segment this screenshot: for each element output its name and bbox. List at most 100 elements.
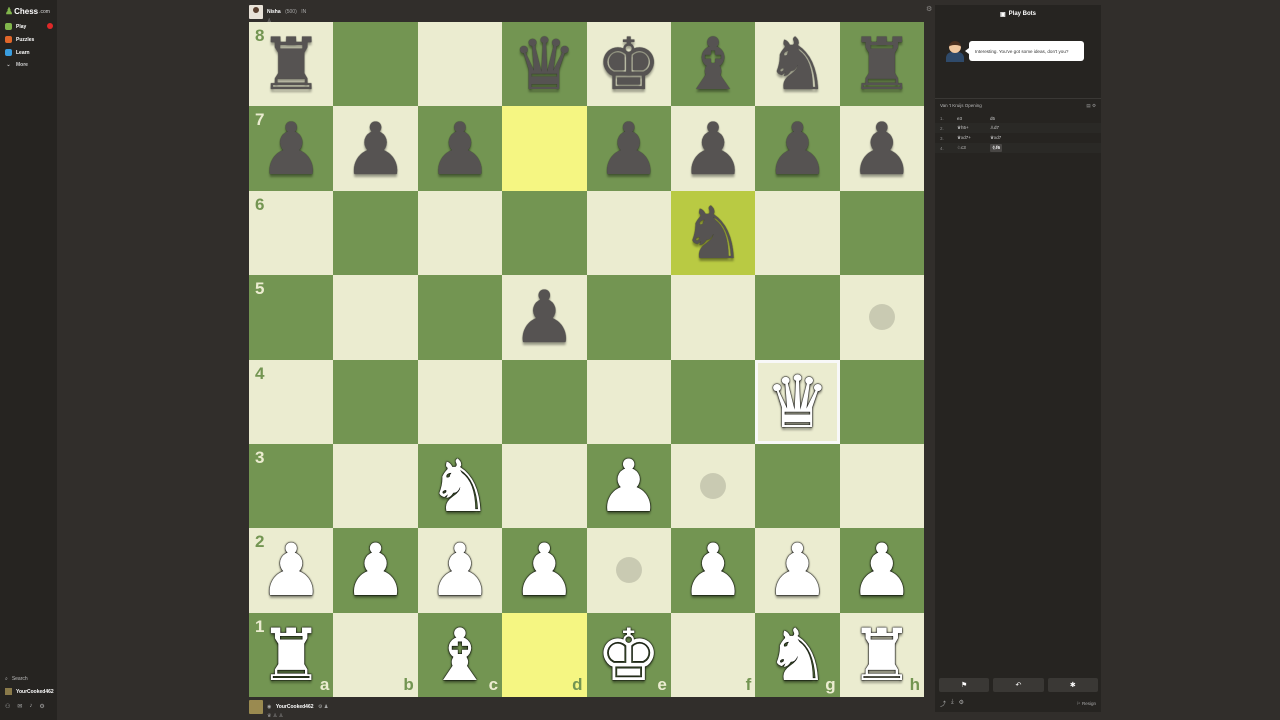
square-a3[interactable]: 3 (249, 443, 334, 529)
resign-button[interactable]: ⚐ Resign (1077, 701, 1096, 707)
square-c6[interactable] (417, 190, 503, 276)
square-a1[interactable]: 1 a ♜ (249, 612, 334, 697)
black-rook-icon[interactable]: ♜ (249, 22, 333, 106)
square-c5[interactable] (417, 275, 503, 360)
square-g8[interactable]: ♞ (755, 22, 840, 107)
white-move[interactable]: ♘c3 (957, 145, 990, 151)
square-e4[interactable] (586, 359, 671, 444)
gear-icon[interactable]: ⚙ (959, 699, 964, 708)
nav-search[interactable]: ⌕ Search (5, 676, 28, 682)
black-pawn-icon[interactable]: ♟ (587, 106, 671, 190)
opening-name[interactable]: Van 't Kruijs Opening (940, 103, 982, 109)
player-name[interactable]: YourCooked462 (276, 704, 314, 710)
white-pawn-icon[interactable]: ♟ (502, 528, 586, 612)
square-g4[interactable]: ♛ (755, 359, 840, 444)
white-knight-icon[interactable]: ♞ (755, 613, 839, 697)
white-pawn-icon[interactable]: ♟ (755, 528, 839, 612)
black-pawn-icon[interactable]: ♟ (502, 275, 586, 359)
white-rook-icon[interactable]: ♜ (249, 613, 333, 697)
square-d2[interactable]: ♟ (502, 528, 587, 613)
black-queen-icon[interactable]: ♛ (502, 22, 586, 106)
black-move[interactable]: ♛xd7 (990, 135, 1023, 141)
nav-item-learn[interactable]: Learn (5, 49, 30, 56)
square-g1[interactable]: g ♞ (755, 612, 840, 697)
square-e8[interactable]: ♚ (586, 22, 671, 107)
square-a8[interactable]: 8 ♜ (249, 22, 334, 107)
move-hint-dot[interactable] (700, 473, 727, 500)
square-c8[interactable] (417, 22, 503, 107)
square-b4[interactable] (333, 359, 418, 444)
share-icon[interactable]: ⤴ (940, 699, 946, 708)
square-b5[interactable] (333, 275, 418, 360)
white-pawn-icon[interactable]: ♟ (418, 528, 502, 612)
square-b1[interactable]: b (333, 612, 418, 697)
player-avatar[interactable] (249, 700, 263, 714)
square-a4[interactable]: 4 (249, 359, 334, 444)
square-b2[interactable]: ♟ (333, 528, 418, 613)
square-g7[interactable]: ♟ (755, 106, 840, 191)
square-a7[interactable]: 7 ♟ (249, 106, 334, 191)
white-move[interactable]: ♛xd7+ (957, 135, 990, 141)
white-rook-icon[interactable]: ♜ (840, 613, 924, 697)
black-pawn-icon[interactable]: ♟ (418, 106, 502, 190)
square-d6[interactable] (502, 190, 587, 276)
book-icon[interactable]: ▤ (1086, 103, 1090, 108)
square-f1[interactable]: f (670, 612, 756, 697)
white-pawn-icon[interactable]: ♟ (333, 528, 417, 612)
square-d1[interactable]: d (502, 612, 587, 697)
black-move[interactable]: d5 (990, 116, 1023, 121)
square-h4[interactable] (839, 359, 924, 444)
square-d5[interactable]: ♟ (502, 275, 587, 360)
move-hint-dot[interactable] (615, 557, 642, 584)
nav-item-puzzles[interactable]: Puzzles (5, 36, 34, 43)
square-d8[interactable]: ♛ (502, 22, 587, 107)
square-f2[interactable]: ♟ (670, 528, 756, 613)
square-e6[interactable] (586, 190, 671, 276)
square-g3[interactable] (755, 443, 840, 529)
square-b8[interactable] (333, 22, 418, 107)
nav-item-play[interactable]: Play (5, 23, 53, 30)
white-pawn-icon[interactable]: ♟ (249, 528, 333, 612)
chess-board[interactable]: 8 ♜ ♛ ♚ ♝ ♞ ♜ 7 ♟ ♟ ♟ ♟ ♟ ♟ ♟ 6 ♞ 5 ♟ 4 ♛ 3 ♞ ♟ 2 ♟ ♟ ♟ ♟ ♟ ♟ ♟ 1 a ♜ b c ♝ d e… (249, 22, 924, 697)
black-pawn-icon[interactable]: ♟ (333, 106, 417, 190)
square-b6[interactable] (333, 190, 418, 276)
hint-button[interactable]: ✱ (1047, 678, 1098, 692)
square-a5[interactable]: 5 (249, 275, 334, 360)
square-e7[interactable]: ♟ (586, 106, 671, 191)
chess-logo[interactable]: ♟ Chess .com (5, 6, 50, 17)
white-move[interactable]: e3 (957, 116, 990, 121)
square-g6[interactable] (755, 190, 840, 276)
square-e3[interactable]: ♟ (586, 443, 671, 529)
black-pawn-icon[interactable]: ♟ (249, 106, 333, 190)
square-h6[interactable] (839, 190, 924, 276)
messages-icon[interactable]: ✉ (17, 703, 22, 710)
bell-icon[interactable]: ♪ (29, 703, 32, 710)
square-d4[interactable] (502, 359, 587, 444)
friends-icon[interactable]: ⚇ (5, 703, 10, 710)
square-h7[interactable]: ♟ (839, 106, 924, 191)
black-bishop-icon[interactable]: ♝ (671, 22, 755, 106)
white-move[interactable]: ♛h5+ (957, 125, 990, 131)
square-c1[interactable]: c ♝ (417, 612, 503, 697)
opponent-avatar[interactable] (249, 5, 263, 19)
square-h5[interactable] (839, 275, 924, 360)
black-move[interactable]: ♙d7 (990, 125, 1023, 131)
square-c3[interactable]: ♞ (417, 443, 503, 529)
flag-button[interactable]: ⚑ (939, 678, 990, 692)
white-bishop-icon[interactable]: ♝ (418, 613, 502, 697)
square-f6[interactable]: ♞ (670, 190, 756, 276)
square-c2[interactable]: ♟ (417, 528, 503, 613)
square-b7[interactable]: ♟ (333, 106, 418, 191)
square-g5[interactable] (755, 275, 840, 360)
square-h3[interactable] (839, 443, 924, 529)
nav-item-more[interactable]: ⌄ More (5, 62, 28, 68)
square-g2[interactable]: ♟ (755, 528, 840, 613)
square-e1[interactable]: e ♚ (586, 612, 671, 697)
black-king-icon[interactable]: ♚ (587, 22, 671, 106)
white-queen-icon[interactable]: ♛ (755, 360, 839, 444)
square-d7[interactable] (502, 106, 587, 191)
square-h2[interactable]: ♟ (839, 528, 924, 613)
black-pawn-icon[interactable]: ♟ (671, 106, 755, 190)
square-d3[interactable] (502, 443, 587, 529)
white-knight-icon[interactable]: ♞ (418, 444, 502, 528)
